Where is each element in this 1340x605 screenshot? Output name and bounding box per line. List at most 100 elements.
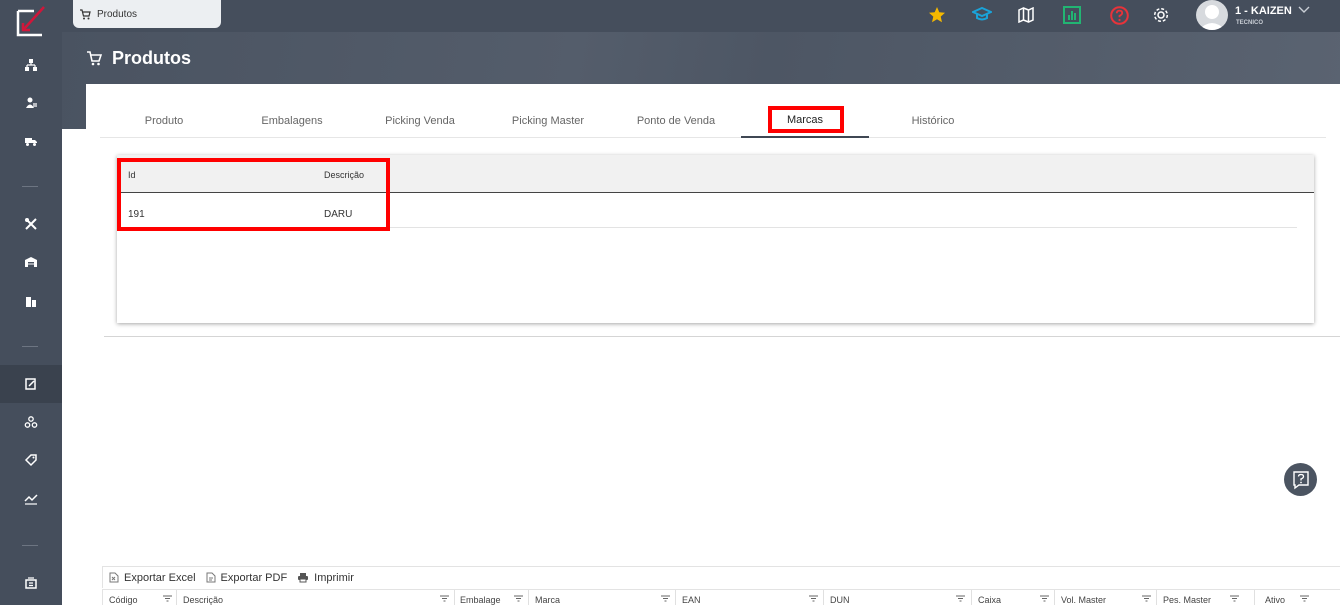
column-header-marca[interactable]: Marca [535,595,560,605]
column-header-embalagem[interactable]: Embalage [460,595,501,605]
filter-icon[interactable] [956,595,965,602]
column-divider [1156,590,1157,605]
settings-button[interactable] [1150,4,1172,26]
user-list-icon [26,97,37,108]
question-circle-icon [1109,5,1129,25]
app-logo-icon[interactable] [14,5,48,39]
map-icon [1018,7,1034,23]
tab-picking-master[interactable]: Picking Master [484,104,612,138]
bar-chart-icon [1063,6,1081,24]
column-header-dun[interactable]: DUN [830,595,850,605]
favorites-button[interactable] [926,4,948,26]
column-divider [1254,590,1255,605]
sidebar-item-pessoas[interactable] [0,84,62,122]
sidebar-item-armazem[interactable] [0,243,62,281]
help-chat-icon [1292,470,1309,489]
report-icon [25,577,37,589]
filter-icon[interactable] [440,595,449,602]
sidebar-item-empresa[interactable] [0,282,62,320]
filter-icon[interactable] [514,595,523,602]
cluster-icon [24,416,38,428]
sidebar [0,0,62,605]
tab-label: Picking Master [511,115,585,127]
sidebar-item-etiquetas[interactable] [0,441,62,479]
export-pdf-label: Exportar PDF [220,571,288,584]
column-header-descricao[interactable]: Descrição [183,595,223,605]
column-header-ean[interactable]: EAN [682,595,701,605]
column-divider [971,590,972,605]
filter-icon[interactable] [809,595,818,602]
user-name[interactable]: 1 - KAIZEN [1235,5,1292,17]
column-divider [1054,590,1055,605]
filter-icon[interactable] [1300,595,1309,602]
floating-help-button[interactable] [1284,463,1317,496]
column-header-codigo[interactable]: Código [109,595,138,605]
cart-icon [80,8,91,19]
map-button[interactable] [1015,4,1037,26]
sidebar-item-relatorios[interactable] [0,564,62,602]
column-header-caixa[interactable]: Caixa [978,595,1001,605]
column-divider [454,590,455,605]
print-label: Imprimir [314,571,354,584]
tab-ponto-de-venda[interactable]: Ponto de Venda [612,104,740,138]
sidebar-item-grupos[interactable] [0,403,62,441]
help-top-button[interactable] [1108,4,1130,26]
tab-label: Histórico [911,115,955,127]
product-tabs: Produto Embalagens Picking Venda Picking… [100,104,1326,138]
tools-icon [25,218,37,230]
open-tab-produtos[interactable]: Produtos [73,0,221,28]
user-silhouette-icon [1199,5,1225,30]
column-divider [528,590,529,605]
sidebar-item-estrutura[interactable] [0,46,62,84]
chevron-down-icon[interactable] [1298,6,1310,14]
avatar[interactable] [1196,0,1228,30]
app-root: Produtos 1 - KAIZEN TECNICO Produtos Pro… [0,0,1340,605]
excel-file-icon [109,572,119,583]
highlight-box-marcas-grid [117,158,390,231]
trend-icon [24,494,38,505]
truck-icon [25,138,37,146]
hierarchy-icon [25,59,37,71]
gear-icon [1153,7,1169,23]
tab-embalagens[interactable]: Embalagens [228,104,356,138]
warehouse-icon [25,257,37,267]
tab-label: Produto [144,115,184,127]
open-tab-label: Produtos [97,8,138,20]
filter-icon[interactable] [661,595,670,602]
content-card: Produto Embalagens Picking Venda Picking… [86,84,1340,605]
building-icon [26,297,36,307]
sidebar-divider [22,346,38,347]
sidebar-item-transporte[interactable] [0,122,62,160]
sidebar-item-movimentos[interactable] [0,480,62,518]
sidebar-item-ferramentas[interactable] [0,205,62,243]
column-divider [823,590,824,605]
filter-icon[interactable] [163,595,172,602]
filter-icon[interactable] [1040,595,1049,602]
printer-icon [298,573,309,583]
reports-button[interactable] [1061,4,1083,26]
filter-icon[interactable] [1230,595,1239,602]
academy-button[interactable] [971,4,993,26]
column-divider [176,590,177,605]
page-title: Produtos [112,48,191,68]
tab-produto[interactable]: Produto [100,104,228,138]
highlight-box-marcas-tab [768,106,844,133]
topbar: Produtos 1 - KAIZEN TECNICO [62,0,1340,32]
filter-icon[interactable] [1142,595,1151,602]
export-pdf-button[interactable]: Exportar PDF [206,571,288,584]
tab-label: Ponto de Venda [636,115,716,127]
column-header-ativo[interactable]: Ativo [1265,595,1285,605]
column-divider [675,590,676,605]
user-role: TECNICO [1236,20,1263,26]
product-edit-icon [25,378,36,390]
export-excel-button[interactable]: Exportar Excel [109,572,196,584]
column-header-pes-master[interactable]: Pes. Master [1163,595,1211,605]
cart-icon [87,51,102,66]
export-excel-label: Exportar Excel [124,571,196,584]
tab-label: Picking Venda [385,115,455,127]
print-button[interactable]: Imprimir [297,572,354,584]
column-header-vol-master[interactable]: Vol. Master [1061,595,1106,605]
sidebar-item-produtos[interactable] [0,365,62,403]
tab-historico[interactable]: Histórico [869,104,997,138]
tab-picking-venda[interactable]: Picking Venda [356,104,484,138]
